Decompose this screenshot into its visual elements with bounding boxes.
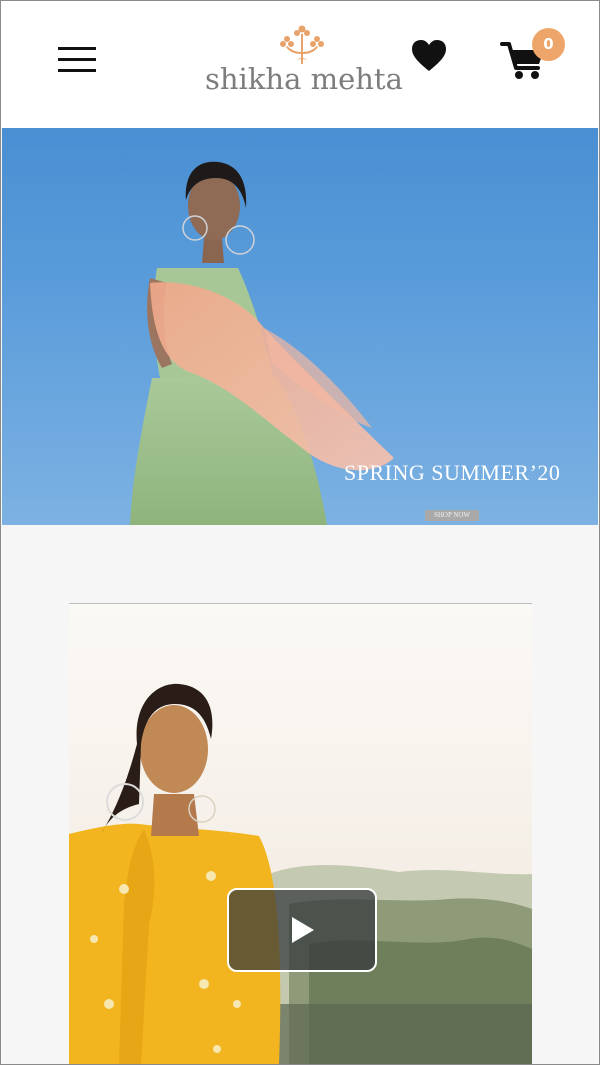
hero-banner[interactable]: SPRING SUMMER’20 SHOP NOW [2, 128, 598, 525]
brand-name: shikha mehta [205, 62, 403, 96]
heart-icon [412, 40, 446, 71]
play-video-button[interactable] [227, 888, 377, 972]
play-icon [292, 917, 314, 943]
hero-title: SPRING SUMMER’20 [344, 460, 561, 485]
wishlist-button[interactable] [410, 38, 448, 74]
site-header: shikha mehta 0 [0, 0, 600, 128]
brand-logo[interactable]: shikha mehta [205, 22, 403, 102]
video-poster-image [69, 683, 532, 1065]
shop-now-button[interactable]: SHOP NOW [425, 510, 479, 521]
floral-motif-icon [280, 25, 324, 64]
cart-count-badge: 0 [532, 28, 565, 61]
hamburger-menu-icon[interactable] [58, 47, 96, 73]
video-player[interactable] [69, 604, 532, 1065]
